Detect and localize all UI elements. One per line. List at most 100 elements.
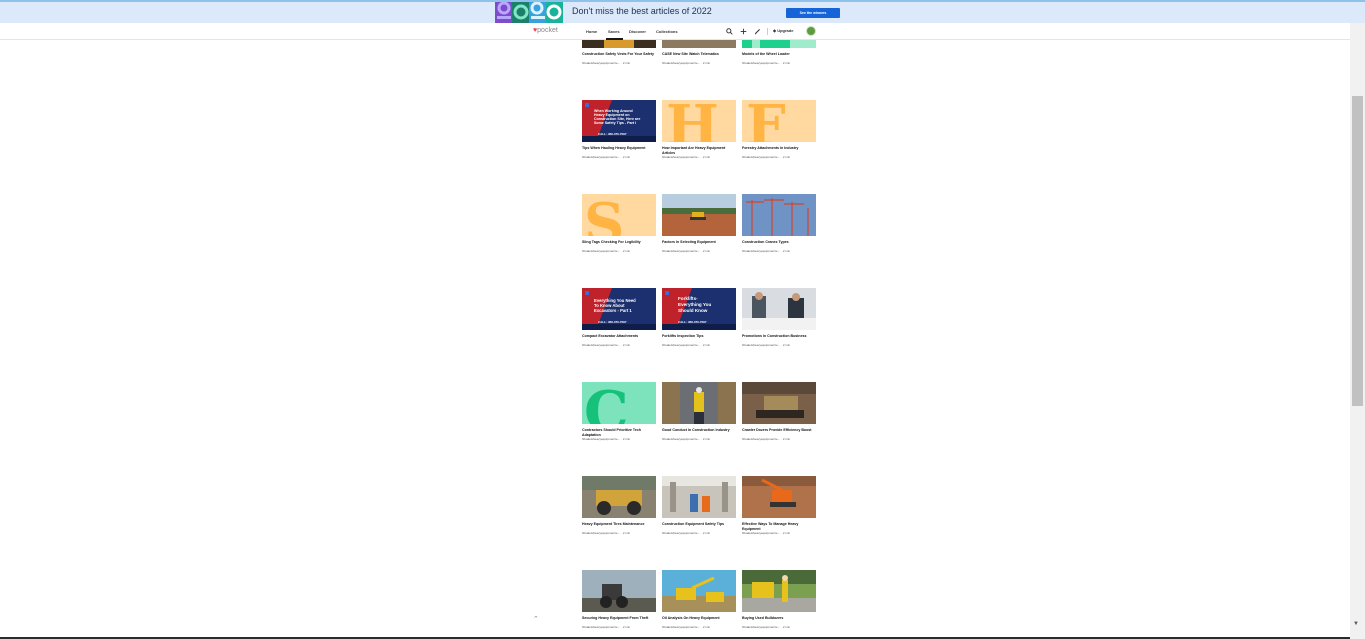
article-title[interactable]: Promotions In Construction Business [742, 334, 816, 339]
article-title[interactable]: Contractors Should Prioritize Tech Adapt… [582, 428, 656, 437]
article-card[interactable]: Construction Cranes Types hbsaleisheavye… [742, 194, 816, 274]
article-title[interactable]: How Important Are Heavy Equipment Articl… [662, 146, 736, 155]
upgrade-button[interactable]: ◆ Upgrade [773, 28, 793, 33]
thumb-letter: C [584, 382, 629, 424]
thumb-text-line: Everything You [678, 302, 712, 307]
article-title[interactable]: Forestry Attachments In Industry [742, 146, 816, 151]
article-meta: hbsaleisheavyequipmentre... · 2 min [742, 61, 791, 65]
article-title[interactable]: Construction Equipment Safety Tips [662, 522, 736, 527]
article-thumbnail[interactable] [662, 194, 736, 236]
article-title[interactable]: CASE New Site Watch Telematics [662, 52, 736, 57]
article-title[interactable]: Construction Safety Vests For Your Safet… [582, 52, 656, 57]
article-thumbnail[interactable]: Everything You Need To Know About Excava… [582, 288, 656, 330]
article-thumbnail[interactable] [582, 570, 656, 612]
nav-home[interactable]: Home [586, 29, 597, 34]
article-card[interactable]: Good Conduct In Construction Industry hb… [662, 382, 736, 462]
nav-collections[interactable]: Collections [656, 29, 678, 34]
article-title[interactable]: Compact Excavator Attachments [582, 334, 656, 339]
article-thumbnail[interactable] [742, 40, 816, 48]
nav-discover[interactable]: Discover [629, 29, 646, 34]
article-card[interactable]: Construction Safety Vests For Your Safet… [582, 40, 656, 86]
article-title[interactable]: Heavy Equipment Tires Maintenance [582, 522, 656, 527]
article-card[interactable]: Construction Equipment Safety Tips hbsal… [662, 476, 736, 556]
article-title[interactable]: Forklifts Inspection Tips [662, 334, 736, 339]
article-title[interactable]: Good Conduct In Construction Industry [662, 428, 736, 433]
article-meta: hbsaleisheavyequipmentre... · 2 min [742, 531, 791, 535]
article-card[interactable]: Buying Used Bulldozers hbsaleisheavyequi… [742, 570, 816, 637]
article-thumbnail[interactable] [742, 288, 816, 330]
article-card[interactable]: Everything You Need To Know About Excava… [582, 288, 656, 368]
saves-grid: Construction Safety Vests For Your Safet… [0, 40, 1350, 637]
article-thumbnail[interactable] [662, 40, 736, 48]
article-title[interactable]: Effective Ways To Manage Heavy Equipment [742, 522, 816, 531]
article-thumbnail[interactable] [582, 476, 656, 518]
article-meta: hbsaleisheavyequipmentre... · 2 min [582, 155, 631, 159]
article-card[interactable]: CASE New Site Watch Telematics hbsaleish… [662, 40, 736, 86]
upgrade-label: Upgrade [777, 28, 794, 33]
article-thumbnail[interactable] [662, 476, 736, 518]
article-meta: hbsaleisheavyequipmentre... · 2 min [742, 249, 791, 253]
article-card[interactable]: Oil Analysis On Heavy Equipment hbsaleis… [662, 570, 736, 637]
scroll-down-icon[interactable]: ▼ [1353, 621, 1359, 627]
article-meta: hbsaleisheavyequipmentre... · 2 min [582, 343, 631, 347]
article-thumbnail[interactable]: C [582, 382, 656, 424]
article-title[interactable]: Tips When Hauling Heavy Equipment [582, 146, 656, 151]
article-card[interactable]: Crawler Dozers Provide Efficiency Boost … [742, 382, 816, 462]
article-thumbnail[interactable] [582, 40, 656, 48]
edit-icon[interactable] [753, 27, 761, 35]
thumb-phone: CALL: 469-370-7097 [678, 320, 707, 324]
article-thumbnail[interactable] [742, 382, 816, 424]
article-card[interactable]: Heavy Equipment Tires Maintenance hbsale… [582, 476, 656, 556]
article-card[interactable]: H How Important Are Heavy Equipment Arti… [662, 100, 736, 180]
article-thumbnail[interactable]: Forklifts- Everything You Should Know CA… [662, 288, 736, 330]
article-card[interactable]: F Forestry Attachments In Industry hbsal… [742, 100, 816, 180]
article-thumbnail[interactable] [662, 382, 736, 424]
article-card[interactable]: Promotions In Construction Business hbsa… [742, 288, 816, 368]
thumb-text-line: Some Safety Tips - Part I [594, 121, 637, 125]
article-thumbnail[interactable]: S [582, 194, 656, 236]
article-meta: hbsaleisheavyequipmentre... · 2 min [662, 61, 711, 65]
article-title[interactable]: Crawler Dozers Provide Efficiency Boost [742, 428, 816, 433]
back-to-top-icon[interactable]: ⌃ [533, 615, 539, 623]
article-title[interactable]: Models of the Wheel Loader [742, 52, 816, 57]
article-meta: hbsaleisheavyequipmentre... · 2 min [742, 343, 791, 347]
article-meta: hbsaleisheavyequipmentre... · 2 min [742, 625, 791, 629]
article-thumbnail[interactable] [742, 570, 816, 612]
search-icon[interactable] [725, 27, 733, 35]
article-card[interactable]: Factors In Selecting Equipment hbsaleish… [662, 194, 736, 274]
article-thumbnail[interactable] [742, 194, 816, 236]
article-card[interactable]: Forklifts- Everything You Should Know CA… [662, 288, 736, 368]
nav-saves[interactable]: Saves [608, 29, 620, 34]
article-card[interactable]: Effective Ways To Manage Heavy Equipment… [742, 476, 816, 556]
thumb-letter: F [746, 100, 786, 142]
article-meta: hbsaleisheavyequipmentre... · 2 min [582, 437, 631, 441]
article-title[interactable]: Factors In Selecting Equipment [662, 240, 736, 245]
article-thumbnail[interactable] [742, 476, 816, 518]
page-scrollbar[interactable]: ▼ [1350, 23, 1365, 639]
article-title[interactable]: Construction Cranes Types [742, 240, 816, 245]
nav-divider [767, 28, 768, 35]
article-card[interactable]: C Contractors Should Prioritize Tech Ada… [582, 382, 656, 462]
user-avatar[interactable] [806, 26, 816, 36]
thumb-letter: S [584, 194, 625, 236]
article-thumbnail[interactable]: When Working Around Heavy Equipment on C… [582, 100, 656, 142]
article-title[interactable]: Sling Tags Checking For Legibility [582, 240, 656, 245]
article-thumbnail[interactable]: H [662, 100, 736, 142]
pocket-logo[interactable]: ♥pocket [533, 27, 558, 34]
article-card[interactable]: When Working Around Heavy Equipment on C… [582, 100, 656, 180]
article-meta: hbsaleisheavyequipmentre... · 2 min [582, 61, 631, 65]
banner-2022-art [495, 2, 563, 23]
article-card[interactable]: S Sling Tags Checking For Legibility hbs… [582, 194, 656, 274]
article-title[interactable]: Oil Analysis On Heavy Equipment [662, 616, 736, 621]
article-title[interactable]: Securing Heavy Equipment From Theft [582, 616, 656, 621]
article-card[interactable]: Models of the Wheel Loader hbsaleisheavy… [742, 40, 816, 86]
article-thumbnail[interactable]: F [742, 100, 816, 142]
add-icon[interactable] [739, 27, 747, 35]
see-winners-button[interactable]: See the winners [786, 8, 840, 18]
thumb-phone: CALL: 469-370-7097 [598, 132, 627, 136]
top-navbar: ♥pocket Home Saves Discover Collections … [0, 23, 1350, 40]
article-card[interactable]: Securing Heavy Equipment From Theft hbsa… [582, 570, 656, 637]
scrollbar-thumb[interactable] [1352, 96, 1363, 406]
article-title[interactable]: Buying Used Bulldozers [742, 616, 816, 621]
article-thumbnail[interactable] [662, 570, 736, 612]
